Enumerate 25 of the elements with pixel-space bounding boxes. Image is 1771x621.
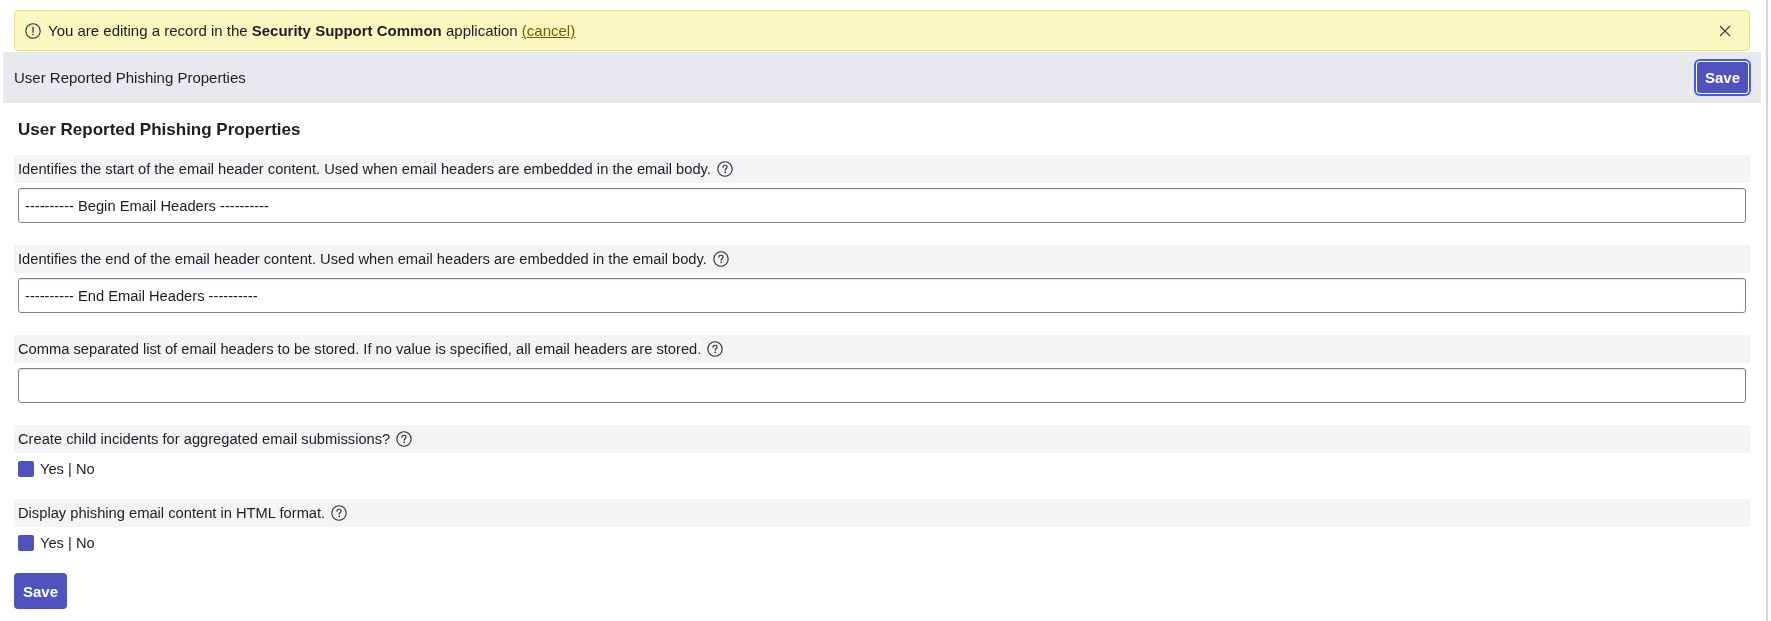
text-input[interactable]: ---------- End Email Headers ---------- [18, 278, 1746, 313]
cancel-link[interactable]: (cancel) [521, 22, 576, 39]
help-icon[interactable] [707, 341, 724, 357]
field-label: Identifies the start of the email header content. Used when email headers are embedded in the email body. [18, 161, 711, 177]
help-icon[interactable] [712, 251, 729, 267]
field-label: Display phishing email content in HTML format. [18, 505, 326, 521]
option-label: Yes | No [40, 461, 95, 477]
text-input[interactable] [18, 368, 1746, 403]
field-label: Create child incidents for aggregated email submissions? [18, 431, 391, 447]
close-icon[interactable] [1719, 24, 1731, 37]
option-label: Yes | No [40, 535, 95, 551]
banner-message: You are editing a record in the Security Support Common application (cancel) [48, 22, 576, 39]
help-icon[interactable] [396, 431, 413, 447]
save-button[interactable]: Save [14, 573, 68, 609]
checkbox[interactable] [18, 461, 34, 477]
form-heading: User Reported Phishing Properties [18, 119, 301, 141]
info-icon [25, 22, 41, 39]
field-label: Identifies the end of the email header content. Used when email headers are embedded in the email body. [18, 251, 707, 267]
save-button[interactable]: Save [1695, 61, 1749, 94]
text-input[interactable]: ---------- Begin Email Headers ---------- [18, 188, 1746, 223]
help-icon[interactable] [716, 161, 733, 177]
field-label: Comma separated list of email headers to be stored. If no value is specified, all email headers are stored. [18, 341, 702, 357]
checkbox[interactable] [18, 535, 34, 551]
help-icon[interactable] [331, 505, 348, 521]
header-title: User Reported Phishing Properties [14, 69, 246, 86]
